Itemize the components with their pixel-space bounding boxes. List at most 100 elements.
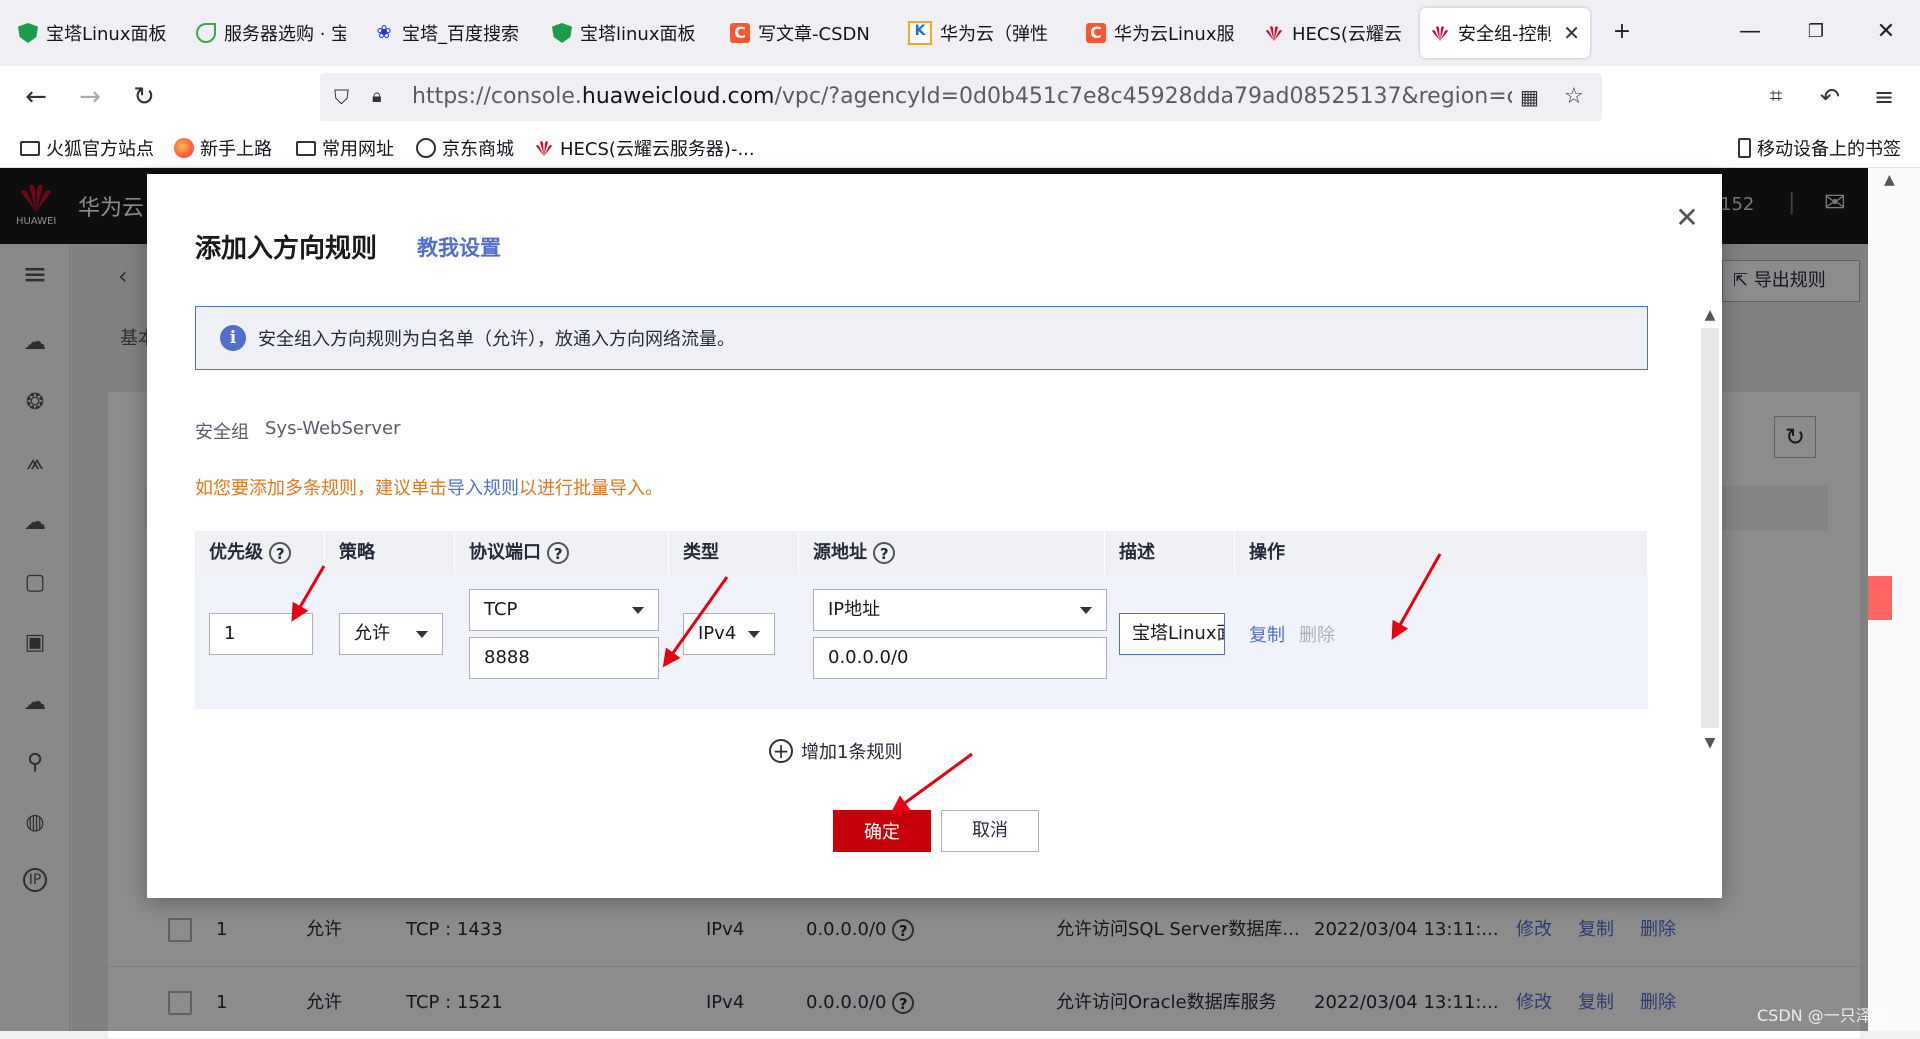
source-address-input[interactable]: 0.0.0.0/0 bbox=[813, 637, 1107, 679]
minimize-icon[interactable]: — bbox=[1720, 10, 1780, 54]
source-type-value: IP地址 bbox=[828, 599, 881, 620]
browser-tab[interactable]: C 华为云Linux服 bbox=[1076, 8, 1246, 58]
ip-type-select[interactable]: IPv4 bbox=[683, 613, 775, 655]
tab-title: 写文章-CSDN bbox=[758, 24, 870, 45]
browser-tab[interactable]: HECS(云耀云 bbox=[1254, 8, 1424, 58]
bookmarks-bar: 火狐官方站点 新手上路 常用网址 京东商城 HECS(云耀云服务器)-... 移… bbox=[0, 128, 1920, 168]
baidu-paw-icon: ❀ bbox=[376, 22, 392, 43]
browser-tab-active[interactable]: 安全组-控制 ✕ bbox=[1420, 8, 1590, 58]
huawei-icon bbox=[1432, 26, 1448, 41]
source-type-select[interactable]: IP地址 bbox=[813, 589, 1107, 631]
col-source-label: 源地址 bbox=[813, 542, 867, 563]
url-text[interactable]: https://console.huaweicloud.com/vpc/?age… bbox=[412, 73, 1512, 121]
col-priority: 优先级 ? bbox=[195, 531, 325, 575]
close-tab-icon[interactable]: ✕ bbox=[1563, 21, 1580, 45]
shield-icon bbox=[18, 23, 38, 43]
url-path: /vpc/?agencyId=0d0b451c7e8c45928dda79ad0… bbox=[774, 84, 1513, 109]
tab-title: 宝塔linux面板 bbox=[580, 24, 696, 45]
scroll-up-icon[interactable]: ▲ bbox=[1884, 172, 1895, 188]
side-float-button[interactable] bbox=[1868, 576, 1892, 620]
help-icon[interactable]: ? bbox=[547, 542, 570, 564]
col-port-label: 协议端口 bbox=[469, 542, 541, 563]
bookmark-item[interactable]: HECS(云耀云服务器)-... bbox=[534, 132, 755, 164]
new-tab-icon[interactable]: + bbox=[1592, 10, 1652, 54]
close-icon[interactable]: ✕ bbox=[1667, 198, 1707, 238]
mobile-bookmarks[interactable]: 移动设备上的书签 bbox=[1738, 132, 1901, 164]
tab-title: HECS(云耀云 bbox=[1292, 24, 1402, 45]
import-rules-link[interactable]: 导入规则 bbox=[447, 478, 519, 499]
security-group-value: Sys-WebServer bbox=[265, 418, 401, 439]
col-source: 源地址 ? bbox=[799, 531, 1105, 575]
ip-type-value: IPv4 bbox=[698, 623, 737, 644]
scroll-down-icon[interactable]: ▼ bbox=[1699, 732, 1721, 754]
browser-tab[interactable]: K 华为云（弹性 bbox=[898, 8, 1068, 58]
chevron-down-icon bbox=[416, 631, 428, 638]
protocol-select[interactable]: TCP bbox=[469, 589, 659, 631]
leaf-icon bbox=[196, 23, 216, 43]
bookmark-item[interactable]: 新手上路 bbox=[174, 132, 272, 164]
undo-icon[interactable]: ↶ bbox=[1810, 77, 1850, 117]
browser-tab[interactable]: 服务器选购 · 宝 bbox=[186, 8, 356, 58]
close-window-icon[interactable]: ✕ bbox=[1856, 10, 1916, 54]
folder-icon bbox=[296, 140, 316, 156]
qr-code-icon[interactable]: ▦ bbox=[1520, 85, 1544, 109]
add-inbound-rule-dialog: 添加入方向规则 教我设置 ✕ i 安全组入方向规则为白名单（允许），放通入方向网… bbox=[147, 174, 1722, 898]
shield-icon bbox=[552, 23, 572, 43]
scrollbar-thumb[interactable] bbox=[1701, 328, 1719, 728]
shield-tracking-icon[interactable]: ⛉ bbox=[334, 85, 358, 109]
help-icon[interactable]: ? bbox=[873, 542, 896, 564]
browser-tab[interactable]: ❀ 宝塔_百度搜索 bbox=[364, 8, 534, 58]
description-input[interactable]: 宝塔Linux面 bbox=[1119, 613, 1225, 655]
policy-select[interactable]: 允许 bbox=[339, 613, 443, 655]
delete-rule-link[interactable]: 删除 bbox=[1299, 621, 1335, 647]
address-bar[interactable]: ⛉ 🔒︎ https://console.huaweicloud.com/vpc… bbox=[320, 73, 1602, 121]
priority-input[interactable]: 1 bbox=[209, 613, 313, 655]
tab-title: 华为云（弹性 bbox=[940, 24, 1048, 45]
csdn-icon: C bbox=[1086, 23, 1106, 43]
add-rule-button[interactable]: + 增加1条规则 bbox=[769, 738, 902, 764]
bookmark-item[interactable]: 京东商城 bbox=[416, 132, 514, 164]
tab-title: 安全组-控制 bbox=[1458, 24, 1552, 45]
col-type: 类型 bbox=[669, 531, 799, 575]
help-icon[interactable]: ? bbox=[269, 542, 292, 564]
bookmark-item[interactable]: 火狐官方站点 bbox=[20, 132, 154, 164]
csdn-icon: C bbox=[730, 23, 750, 43]
info-banner: i 安全组入方向规则为白名单（允许），放通入方向网络流量。 bbox=[195, 306, 1648, 370]
reload-icon[interactable]: ↻ bbox=[124, 77, 164, 117]
k-icon: K bbox=[908, 21, 932, 45]
bookmark-label: 火狐官方站点 bbox=[46, 139, 154, 160]
dialog-scrollbar[interactable]: ▲ ▼ bbox=[1699, 304, 1721, 754]
bookmark-star-icon[interactable]: ☆ bbox=[1564, 85, 1588, 109]
chevron-down-icon bbox=[632, 607, 644, 614]
menu-icon[interactable]: ≡ bbox=[1864, 77, 1904, 117]
browser-tab[interactable]: 宝塔linux面板 bbox=[542, 8, 712, 58]
rule-table: 优先级 ? 策略 协议端口 ? 类型 源地址 ? 描述 操作 1 允许 TCP … bbox=[195, 531, 1648, 709]
scroll-up-icon[interactable]: ▲ bbox=[1699, 304, 1721, 326]
screenshot-icon[interactable]: ⌗ bbox=[1756, 77, 1796, 117]
tip-text-before: 如您要添加多条规则，建议单击 bbox=[195, 478, 447, 499]
port-input[interactable]: 8888 bbox=[469, 637, 659, 679]
chevron-down-icon bbox=[748, 631, 760, 638]
restore-icon[interactable]: ❐ bbox=[1786, 10, 1846, 54]
copy-rule-link[interactable]: 复制 bbox=[1249, 621, 1285, 647]
protocol-value: TCP bbox=[484, 599, 518, 620]
tab-title: 宝塔Linux面板 bbox=[46, 24, 167, 45]
browser-tab[interactable]: 宝塔Linux面板 bbox=[8, 8, 178, 58]
info-text: 安全组入方向规则为白名单（允许），放通入方向网络流量。 bbox=[258, 329, 735, 350]
bookmark-item[interactable]: 常用网址 bbox=[296, 132, 394, 164]
browser-tab-bar: 宝塔Linux面板 服务器选购 · 宝 ❀ 宝塔_百度搜索 宝塔linux面板 C… bbox=[0, 0, 1920, 66]
page-scrollbar[interactable]: ▲ bbox=[1868, 168, 1920, 1031]
teach-me-link[interactable]: 教我设置 bbox=[417, 232, 501, 262]
back-arrow-icon[interactable]: ← bbox=[16, 77, 56, 117]
plus-circle-icon: + bbox=[769, 739, 793, 763]
lock-icon[interactable]: 🔒︎ bbox=[372, 85, 396, 109]
tab-title: 服务器选购 · 宝 bbox=[224, 24, 346, 45]
rule-table-header: 优先级 ? 策略 协议端口 ? 类型 源地址 ? 描述 操作 bbox=[195, 531, 1648, 575]
import-tip: 如您要添加多条规则，建议单击导入规则以进行批量导入。 bbox=[195, 474, 663, 500]
browser-tab[interactable]: C 写文章-CSDN bbox=[720, 8, 890, 58]
confirm-button[interactable]: 确定 bbox=[833, 810, 931, 852]
cancel-button[interactable]: 取消 bbox=[941, 810, 1039, 852]
forward-arrow-icon[interactable]: → bbox=[70, 77, 110, 117]
url-domain: huaweicloud.com bbox=[581, 84, 775, 109]
col-desc: 描述 bbox=[1105, 531, 1235, 575]
